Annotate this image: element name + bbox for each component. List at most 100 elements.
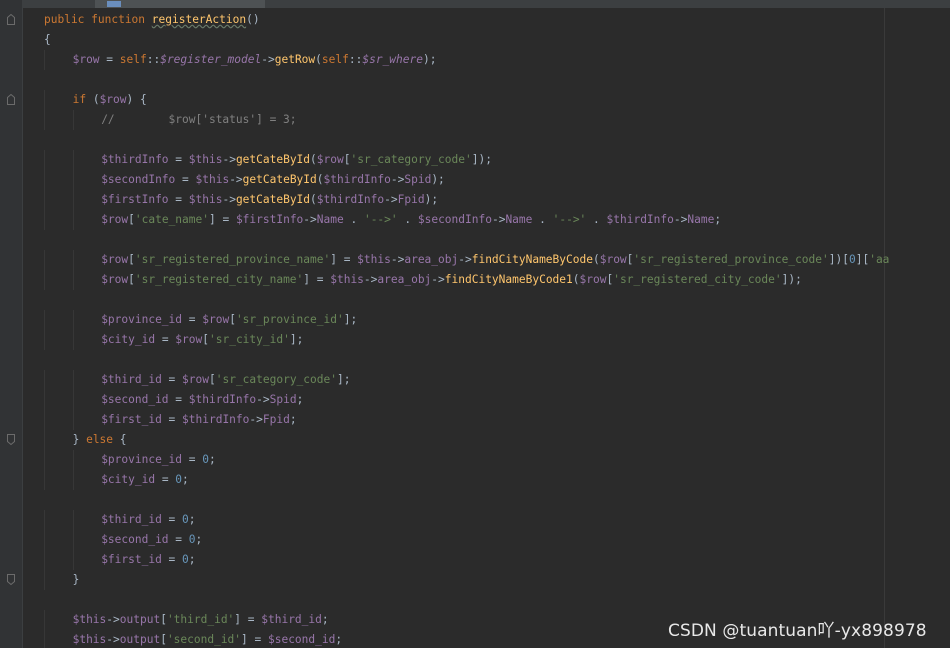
- indent-guide: [72, 110, 74, 130]
- code-token: $firstInfo: [101, 193, 169, 206]
- code-token: 'cate_name': [134, 213, 209, 226]
- code-token: ] =: [330, 253, 358, 266]
- code-line[interactable]: if ($row) {: [7, 90, 950, 110]
- fold-marker-icon[interactable]: [7, 14, 15, 25]
- code-token: =: [168, 393, 189, 406]
- code-token: ::: [146, 53, 161, 66]
- code-line[interactable]: [44, 590, 950, 610]
- code-token: $thirdInfo: [101, 153, 169, 166]
- code-token: $second_id: [267, 633, 336, 646]
- code-token: [: [128, 253, 135, 266]
- code-token: area_obj: [377, 273, 432, 286]
- indent-guide: [72, 370, 74, 390]
- code-line[interactable]: [44, 130, 950, 150]
- code-line[interactable]: $province_id = 0;: [44, 450, 950, 470]
- indent-guide: [72, 530, 74, 550]
- code-token: 'sr_registered_city_code': [613, 273, 782, 286]
- indent-guide: [44, 630, 45, 648]
- code-token: 'sr_registered_province_name': [134, 253, 331, 266]
- code-token: findCityNameByCode1: [444, 273, 573, 286]
- code-token: ;: [289, 413, 297, 426]
- code-token: $province_id: [101, 453, 183, 466]
- code-token: // $row['status'] = 3;: [101, 113, 297, 126]
- code-line[interactable]: }: [7, 570, 950, 590]
- code-token: 'second_id': [166, 633, 242, 646]
- code-token: $row: [599, 253, 627, 266]
- code-line[interactable]: [44, 70, 950, 90]
- code-token: 'third_id': [166, 613, 235, 626]
- code-line[interactable]: [44, 290, 950, 310]
- code-line[interactable]: public function registerAction(): [7, 10, 950, 30]
- code-line[interactable]: $second_id = $thirdInfo->Spid;: [44, 390, 950, 410]
- code-token: $row: [72, 53, 100, 66]
- code-line[interactable]: $third_id = 0;: [44, 510, 950, 530]
- code-token: $row: [175, 333, 203, 346]
- code-token: 0: [848, 253, 856, 266]
- code-token: $this: [72, 633, 107, 646]
- code-token: ]);: [471, 153, 492, 166]
- code-token: $this: [188, 193, 223, 206]
- code-line[interactable]: $city_id = 0;: [44, 470, 950, 490]
- code-token: ->: [261, 53, 275, 66]
- code-token: $row: [182, 373, 209, 386]
- code-token: $row: [101, 213, 129, 226]
- code-line[interactable]: $firstInfo = $this->getCateById($thirdIn…: [44, 190, 950, 210]
- code-area[interactable]: public function registerAction() {$row = …: [7, 10, 950, 648]
- code-line[interactable]: {: [44, 30, 950, 50]
- code-line[interactable]: $row['sr_registered_province_name'] = $t…: [44, 250, 950, 270]
- code-line[interactable]: $city_id = $row['sr_city_id'];: [44, 330, 950, 350]
- code-token: (: [572, 273, 580, 286]
- fold-marker-icon[interactable]: [7, 574, 15, 585]
- code-line[interactable]: } else {: [7, 430, 950, 450]
- indent-guide: [44, 530, 45, 550]
- code-line[interactable]: $first_id = 0;: [44, 550, 950, 570]
- code-line[interactable]: // $row['status'] = 3;: [44, 110, 950, 130]
- code-line[interactable]: $third_id = $row['sr_category_code'];: [44, 370, 950, 390]
- code-token: ->: [229, 173, 243, 186]
- code-token: .: [532, 213, 553, 226]
- indent-guide: [72, 330, 74, 350]
- code-token: Name: [687, 213, 715, 226]
- code-token: ->: [363, 273, 378, 286]
- code-line[interactable]: $first_id = $thirdInfo->Fpid;: [44, 410, 950, 430]
- code-token: );: [424, 193, 439, 206]
- code-line[interactable]: $row['sr_registered_city_name'] = $this-…: [44, 270, 950, 290]
- code-token: ] =: [303, 273, 331, 286]
- code-line[interactable]: [44, 230, 950, 250]
- indent-guide: [72, 470, 74, 490]
- code-editor[interactable]: public function registerAction() {$row = …: [0, 0, 950, 648]
- code-token: $register_model: [160, 53, 262, 66]
- fold-marker-icon[interactable]: [7, 94, 15, 105]
- code-token: $second_id: [101, 533, 169, 546]
- code-token: .: [586, 213, 607, 226]
- code-token: ->: [222, 193, 236, 206]
- code-line[interactable]: $province_id = $row['sr_province_id'];: [44, 310, 950, 330]
- code-token: $third_id: [101, 373, 162, 386]
- code-token: =: [175, 173, 196, 186]
- code-line[interactable]: [44, 350, 950, 370]
- fold-marker-icon[interactable]: [7, 434, 15, 445]
- code-line[interactable]: $row['cate_name'] = $firstInfo->Name . '…: [44, 210, 950, 230]
- code-line[interactable]: $second_id = 0;: [44, 530, 950, 550]
- code-token: .: [343, 213, 364, 226]
- code-line[interactable]: $thirdInfo = $this->getCateById($row['sr…: [44, 150, 950, 170]
- code-line[interactable]: [44, 490, 950, 510]
- code-token: area_obj: [404, 253, 459, 266]
- code-line[interactable]: $row = self::$register_model->getRow(sel…: [44, 50, 950, 70]
- code-token: $row: [579, 273, 607, 286]
- code-token: ] =: [208, 213, 236, 226]
- code-token: getCateById: [235, 153, 311, 166]
- indent-guide: [44, 430, 45, 450]
- code-token: =: [99, 53, 120, 66]
- code-token: $thirdInfo: [323, 173, 391, 186]
- code-line[interactable]: $secondInfo = $this->getCateById($thirdI…: [44, 170, 950, 190]
- code-token: if: [72, 93, 93, 106]
- indent-guide: [72, 450, 74, 470]
- code-token: 'sr_registered_city_name': [134, 273, 304, 286]
- code-token: ][: [855, 253, 870, 266]
- code-token: ;: [188, 513, 196, 526]
- code-token: ;: [208, 453, 216, 466]
- code-token: ->: [458, 253, 472, 266]
- code-token: Spid: [269, 393, 297, 406]
- code-token: (: [310, 153, 317, 166]
